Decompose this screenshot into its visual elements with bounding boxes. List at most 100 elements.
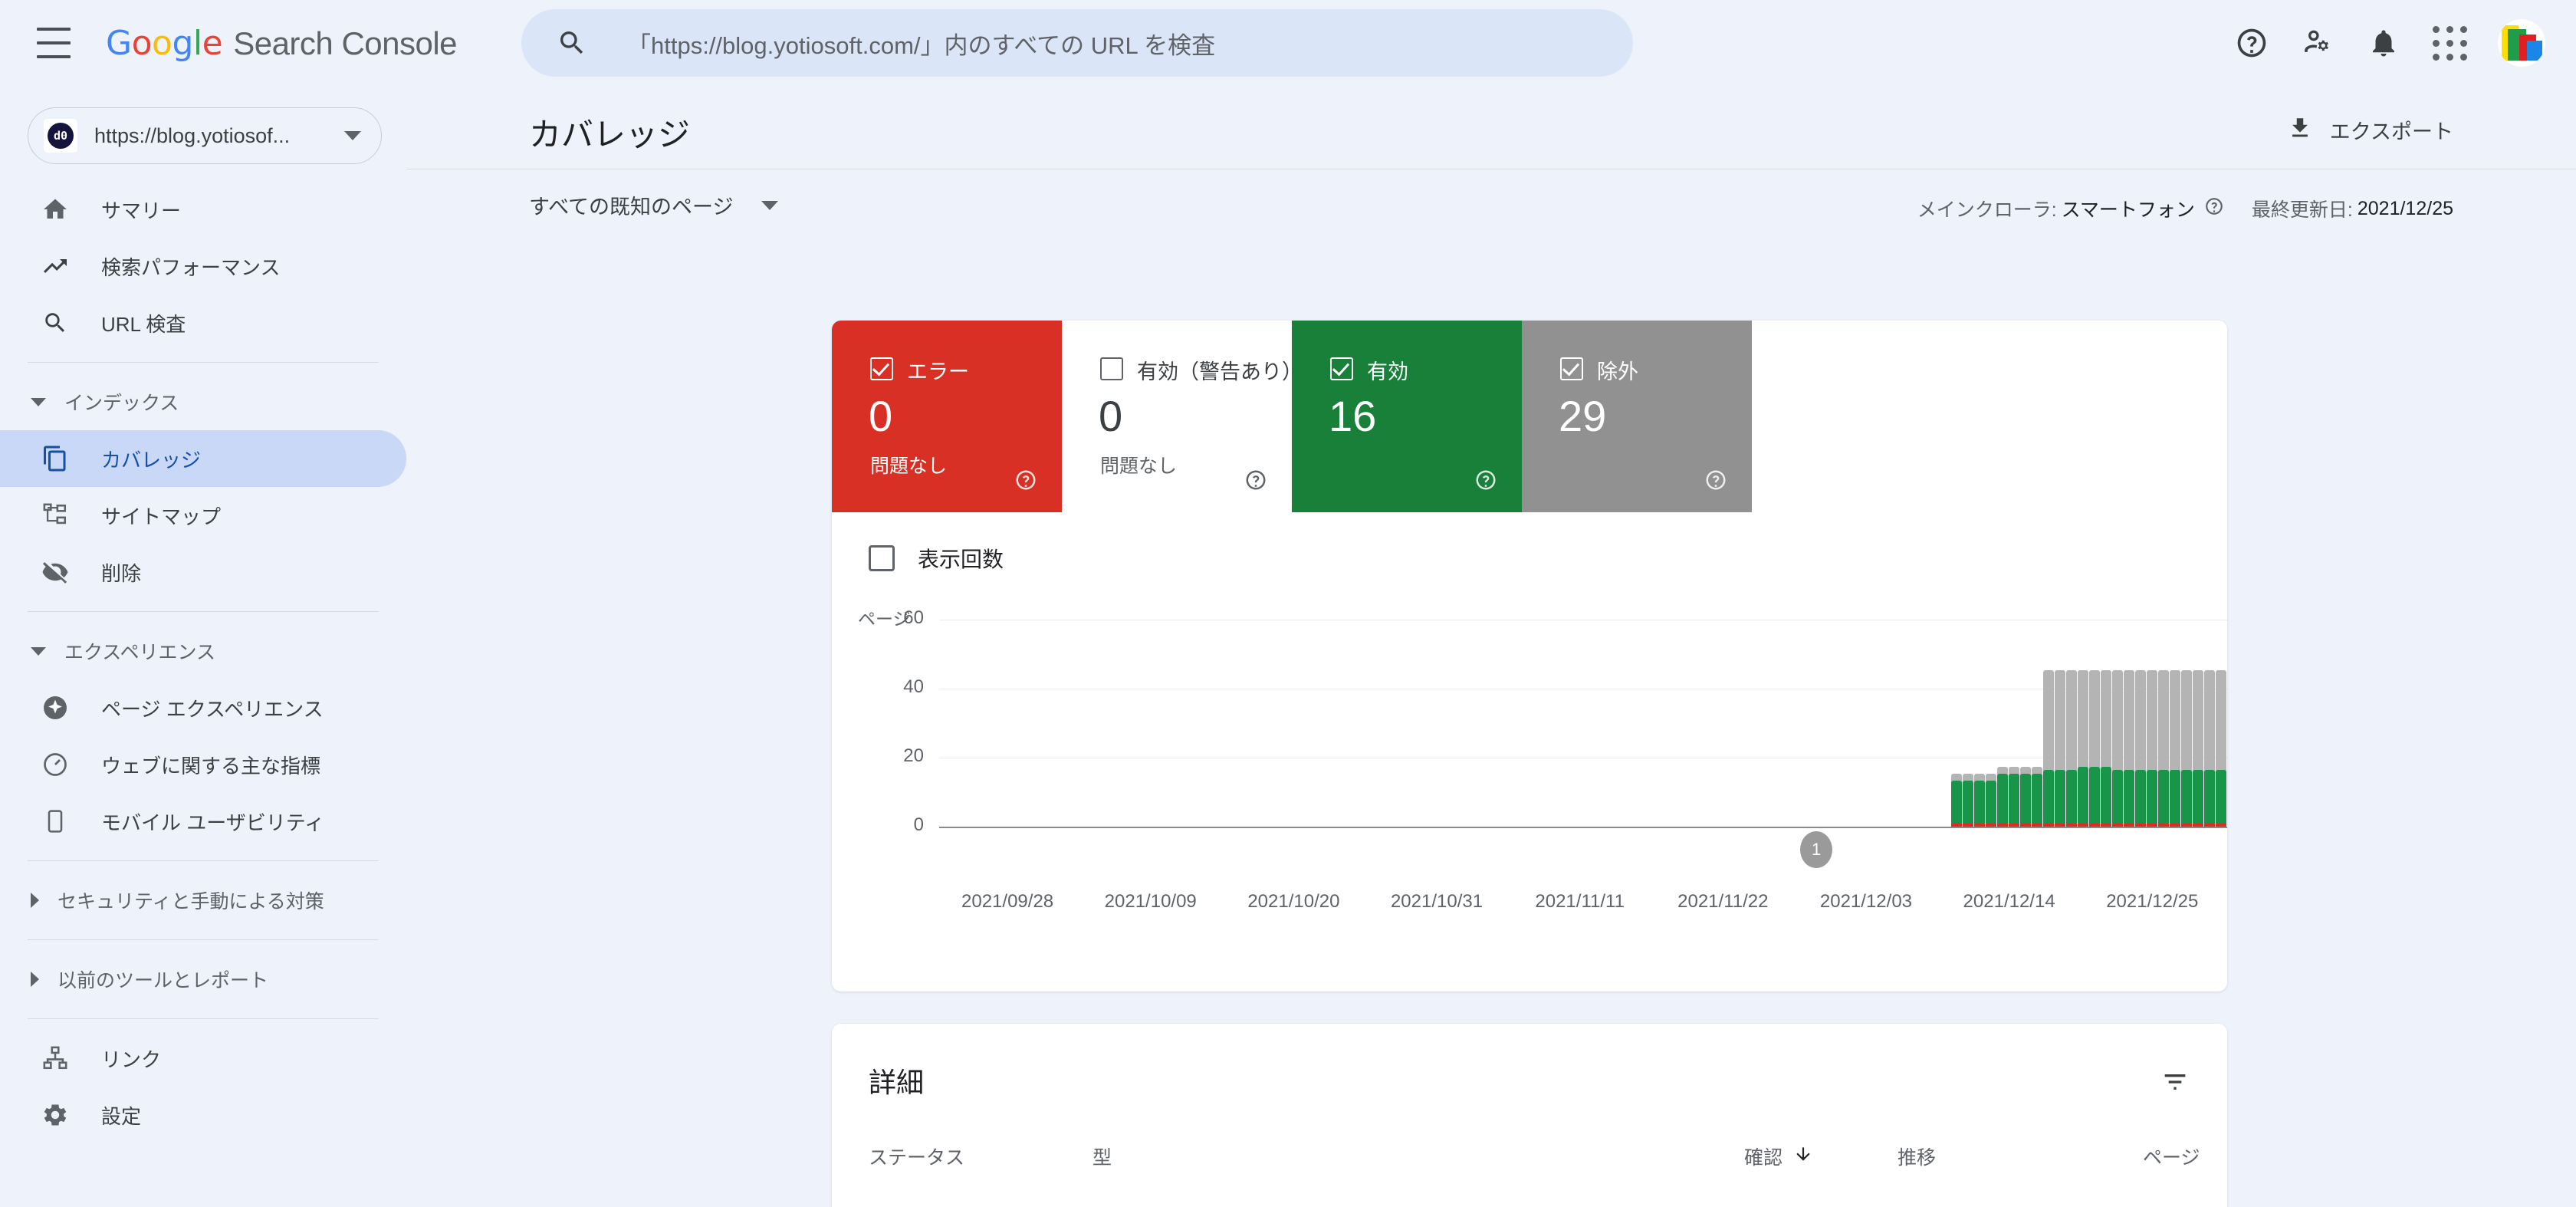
search-input[interactable]: 「https://blog.yotiosoft.com/」内のすべての URL … [521, 9, 1633, 77]
sidebar-item-removals[interactable]: 削除 [0, 544, 406, 600]
chart-bar[interactable] [2158, 620, 2169, 827]
chart-bar[interactable] [2112, 620, 2123, 827]
sidebar-item-page-experience[interactable]: ページ エクスペリエンス [0, 679, 406, 736]
checkbox-unchecked-icon[interactable] [1100, 357, 1123, 380]
sidebar-item-search-performance[interactable]: 検索パフォーマンス [0, 238, 406, 294]
checkbox-checked-icon[interactable] [870, 357, 893, 380]
speed-gauge-icon [38, 751, 72, 778]
sidebar-item-settings[interactable]: 設定 [0, 1087, 406, 1143]
chart-bar-segment-valid [1986, 780, 1996, 827]
column-header-trend[interactable]: 推移 [1898, 1143, 1936, 1170]
sidebar-item-sitemaps[interactable]: サイトマップ [0, 487, 406, 544]
chart-bar[interactable] [2089, 620, 2100, 827]
checkbox-checked-icon[interactable] [1330, 357, 1353, 380]
page-filter-dropdown[interactable]: すべての既知のページ [529, 190, 778, 220]
impressions-checkbox[interactable]: 表示回数 [869, 543, 1004, 574]
chart-bar-segment-valid [2158, 770, 2169, 827]
google-wordmark: Google [106, 23, 223, 63]
brand-logo[interactable]: Google Search Console [106, 23, 458, 63]
chart-bar[interactable] [2124, 620, 2134, 827]
chart-bar[interactable] [1963, 620, 1973, 827]
chart-bar-segment-error [2066, 824, 2077, 827]
help-circle-icon[interactable] [1244, 469, 1267, 495]
help-icon[interactable] [2219, 10, 2285, 76]
chart-bar-segment-error [2112, 824, 2123, 827]
chart-bar[interactable] [2009, 620, 2019, 827]
download-icon [2287, 115, 2313, 145]
sidebar-item-core-web-vitals[interactable]: ウェブに関する主な指標 [0, 736, 406, 793]
sidebar-group-experience[interactable]: エクスペリエンス [0, 623, 406, 679]
sidebar-group-label: 以前のツールとレポート [58, 970, 269, 992]
sidebar-group-legacy-tools[interactable]: 以前のツールとレポート [0, 951, 406, 1008]
status-card-excluded[interactable]: 除外 29 [1522, 321, 1752, 512]
chart-bar[interactable] [2078, 620, 2088, 827]
property-selector[interactable]: d0 https://blog.yotiosof... [28, 107, 382, 164]
crawler-key: メインクローラ: [1917, 199, 2057, 221]
gear-icon [38, 1101, 72, 1129]
status-cards-row: エラー 0 問題なし 有効（警告あり） 0 問題なし 有効 16 除外 29 [832, 321, 2227, 512]
chart-annotation-marker[interactable]: 1 [1800, 831, 1833, 868]
chart-bar[interactable] [2216, 620, 2226, 827]
status-card-error[interactable]: エラー 0 問題なし [832, 321, 1062, 512]
chart-bar[interactable] [1974, 620, 1985, 827]
export-button[interactable]: エクスポート [2287, 115, 2453, 145]
top-app-bar: Google Search Console 「https://blog.yoti… [0, 0, 2576, 86]
user-avatar[interactable] [2498, 19, 2545, 67]
eye-off-icon [38, 558, 72, 586]
chart-bar-segment-error [2181, 824, 2192, 827]
chart-bar[interactable] [2043, 620, 2054, 827]
sidebar-group-label: インデックス [64, 393, 179, 414]
chart-bar[interactable] [2147, 620, 2157, 827]
chart-bar[interactable] [2135, 620, 2146, 827]
pages-copy-icon [38, 445, 72, 472]
chart-bar[interactable] [2066, 620, 2077, 827]
notifications-bell-icon[interactable] [2351, 10, 2417, 76]
chart-bar[interactable] [1997, 620, 2008, 827]
help-circle-icon[interactable] [1014, 469, 1037, 495]
checkbox-checked-icon[interactable] [1560, 357, 1583, 380]
sidebar-item-mobile-usability[interactable]: モバイル ユーザビリティ [0, 793, 406, 850]
sidebar-item-label: モバイル ユーザビリティ [101, 811, 325, 834]
chart-bar-segment-error [2020, 824, 2031, 827]
apps-grid-icon[interactable] [2417, 10, 2482, 76]
column-header-validation[interactable]: 確認 [1744, 1143, 1813, 1170]
chart-bar-segment-valid [2170, 770, 2180, 827]
coverage-chart-card: エラー 0 問題なし 有効（警告あり） 0 問題なし 有効 16 除外 29 表… [832, 321, 2227, 992]
chart-bar[interactable] [2032, 620, 2042, 827]
chart-bar[interactable] [2101, 620, 2111, 827]
chart-bar[interactable] [2181, 620, 2192, 827]
column-header-status[interactable]: ステータス [869, 1143, 964, 1170]
chart-bar[interactable] [2170, 620, 2180, 827]
column-header-type[interactable]: 型 [1092, 1143, 1112, 1170]
chart-bar-segment-valid [2101, 766, 2111, 827]
chart-x-tick-label: 2021/11/11 [1535, 891, 1625, 912]
sidebar-item-coverage[interactable]: カバレッジ [0, 430, 406, 487]
status-count: 29 [1559, 392, 1607, 440]
help-circle-icon[interactable] [1474, 469, 1497, 495]
column-header-pages[interactable]: ページ [2143, 1143, 2200, 1170]
crawler-info: メインクローラ: スマートフォン 最終更新日: 2021/12/25 [1917, 195, 2453, 222]
chart-bar[interactable] [1986, 620, 1996, 827]
links-hierarchy-icon [38, 1045, 72, 1071]
chart-bar-segment-valid [1974, 780, 1985, 827]
help-circle-icon[interactable] [1704, 469, 1727, 495]
chart-bars[interactable] [939, 620, 2227, 827]
sidebar-group-security[interactable]: セキュリティと手動による対策 [0, 872, 406, 929]
sidebar-item-url-inspection[interactable]: URL 検査 [0, 294, 406, 351]
hamburger-icon[interactable] [37, 28, 74, 58]
sidebar-group-index[interactable]: インデックス [0, 373, 406, 430]
chart-bar[interactable] [2055, 620, 2065, 827]
chart-bar-segment-valid [2043, 770, 2054, 827]
filter-list-icon[interactable] [2160, 1067, 2190, 1101]
status-card-valid-with-warnings[interactable]: 有効（警告あり） 0 問題なし [1062, 321, 1303, 512]
chart-bar-segment-error [2135, 824, 2146, 827]
status-card-valid[interactable]: 有効 16 [1292, 321, 1522, 512]
sidebar-item-summary[interactable]: サマリー [0, 181, 406, 238]
chart-bar[interactable] [2020, 620, 2031, 827]
help-circle-icon[interactable] [2204, 196, 2224, 222]
chart-bar[interactable] [1951, 620, 1962, 827]
sidebar-item-links[interactable]: リンク [0, 1030, 406, 1087]
chart-bar[interactable] [2204, 620, 2215, 827]
account-settings-icon[interactable] [2285, 10, 2351, 76]
chart-bar[interactable] [2193, 620, 2203, 827]
